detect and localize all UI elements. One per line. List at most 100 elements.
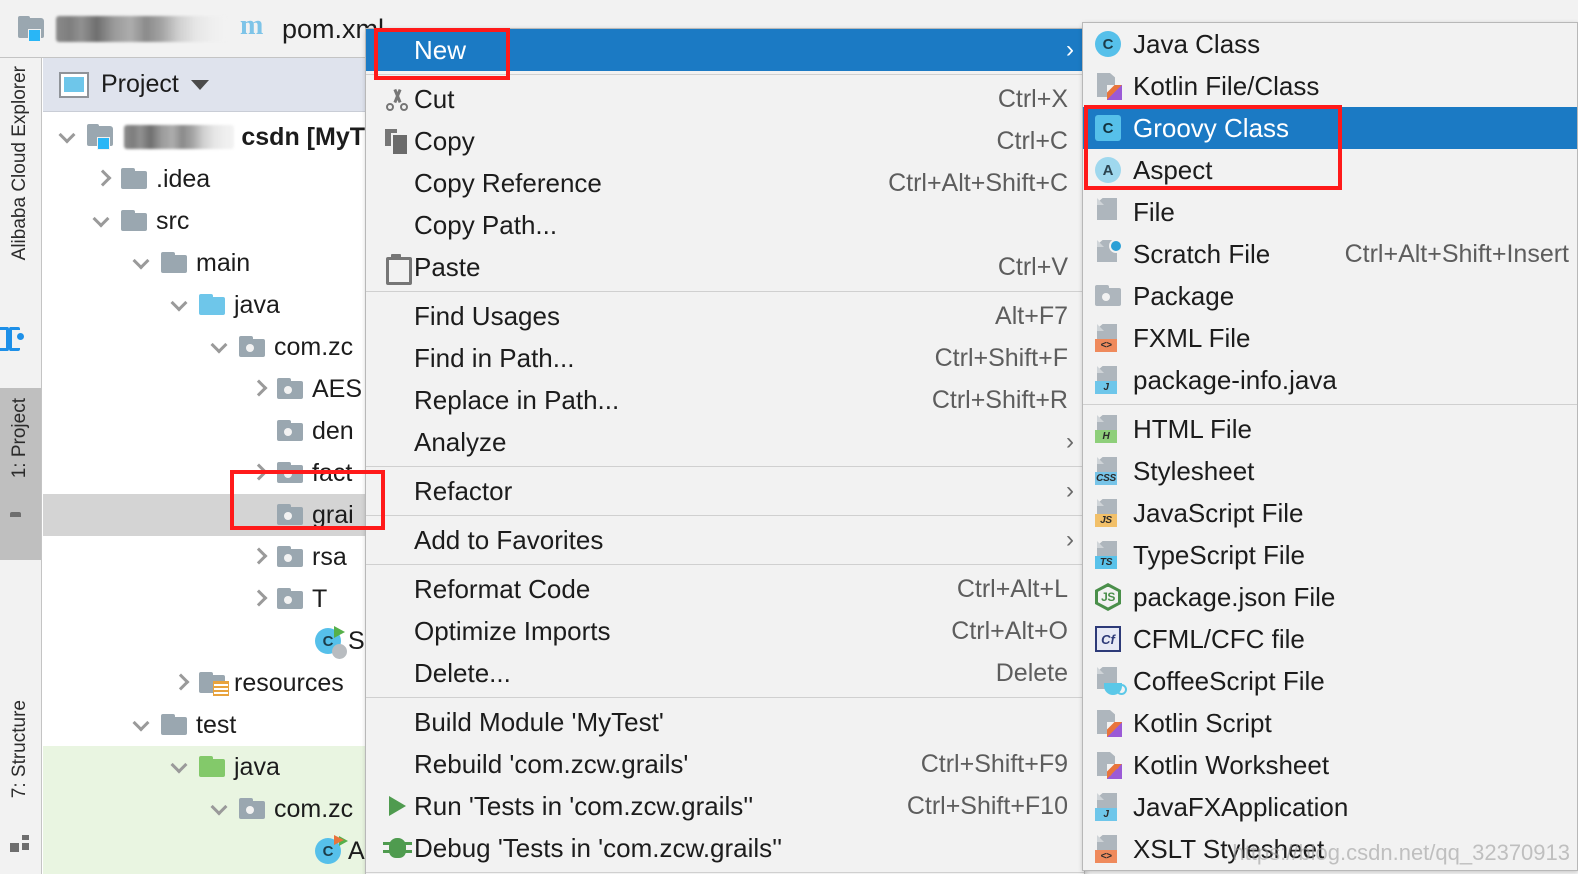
package-icon [239, 798, 267, 820]
chevron-down-icon[interactable] [92, 210, 114, 232]
sidebar-item-alibaba-cloud-explorer[interactable]: Alibaba Cloud Explorer [9, 66, 31, 260]
submenu-item-label: Kotlin File/Class [1133, 70, 1320, 101]
tree-row-test-package[interactable]: com.zc [43, 788, 365, 830]
submenu-item-label: Kotlin Worksheet [1133, 749, 1330, 780]
chevron-down-icon[interactable] [58, 126, 80, 148]
menu-item-refactor[interactable]: Refactor › [366, 470, 1084, 512]
file-icon [1095, 198, 1119, 226]
chevron-down-icon[interactable] [132, 714, 154, 736]
chevron-right-icon[interactable] [248, 462, 270, 484]
tree-row-package-t[interactable]: T [43, 578, 365, 620]
menu-item-optimize-imports[interactable]: Optimize Imports Ctrl+Alt+O [366, 610, 1084, 652]
chevron-down-icon[interactable] [170, 756, 192, 778]
submenu-item-scratch-file[interactable]: Scratch File Ctrl+Alt+Shift+Insert [1083, 233, 1577, 275]
menu-item-reformat-code[interactable]: Reformat Code Ctrl+Alt+L [366, 568, 1084, 610]
menu-item-analyze[interactable]: Analyze › [366, 421, 1084, 463]
menu-separator [366, 872, 1084, 873]
submenu-item-stylesheet[interactable]: CSS Stylesheet [1083, 450, 1577, 492]
menu-item-shortcut: Delete [995, 658, 1068, 687]
submenu-item-java-class[interactable]: C Java Class [1083, 23, 1577, 65]
debug-icon [382, 838, 412, 858]
spring-class-icon: C [315, 626, 347, 659]
menu-item-add-to-favorites[interactable]: Add to Favorites › [366, 519, 1084, 561]
tree-row-idea[interactable]: .idea [43, 158, 365, 200]
tree-row-java-test[interactable]: java [43, 746, 365, 788]
tool-strip-alibaba: Alibaba Cloud Explorer [0, 58, 42, 388]
tree-row-test-class[interactable]: C Adc [43, 830, 391, 872]
chevron-down-icon[interactable] [210, 798, 232, 820]
menu-item-shortcut: Ctrl+Shift+R [931, 385, 1068, 414]
chevron-right-icon: › [1066, 36, 1074, 63]
scratch-file-icon [1095, 239, 1123, 268]
tree-row-java-main[interactable]: java [43, 284, 365, 326]
tree-row-label: .idea [156, 164, 211, 193]
submenu-item-coffeescript-file[interactable]: CoffeeScript File [1083, 660, 1577, 702]
tree-row-test[interactable]: test [43, 704, 365, 746]
tree-row-package-grails-selected[interactable]: grai [43, 494, 365, 536]
menu-item-paste[interactable]: Paste Ctrl+V [366, 246, 1084, 288]
chevron-down-icon[interactable] [210, 336, 232, 358]
submenu-item-typescript-file[interactable]: TS TypeScript File [1083, 534, 1577, 576]
tree-row-spring-class[interactable]: C Spri [43, 620, 392, 662]
tree-row-resources[interactable]: resources [43, 662, 365, 704]
submenu-item-label: package-info.java [1133, 364, 1337, 395]
chevron-down-icon[interactable] [190, 79, 209, 90]
menu-item-delete[interactable]: Delete... Delete [366, 652, 1084, 694]
menu-item-replace-in-path[interactable]: Replace in Path... Ctrl+Shift+R [366, 379, 1084, 421]
tree-row-src[interactable]: src [43, 200, 365, 242]
editor-tab-project-redacted[interactable] [18, 0, 240, 58]
submenu-item-groovy-class[interactable]: C Groovy Class [1083, 107, 1577, 149]
tree-row-package-aes[interactable]: AES [43, 368, 365, 410]
menu-item-label: Copy Path... [414, 209, 558, 240]
submenu-item-javascript-file[interactable]: JS JavaScript File [1083, 492, 1577, 534]
menu-item-find-usages[interactable]: Find Usages Alt+F7 [366, 295, 1084, 337]
tree-row-package-factory[interactable]: fact [43, 452, 365, 494]
sidebar-item-structure[interactable]: 7: Structure [9, 700, 31, 798]
submenu-item-html-file[interactable]: H HTML File [1083, 408, 1577, 450]
context-menu: New › Cut Ctrl+X Copy Ctrl+C Copy Refere… [365, 28, 1085, 874]
chevron-down-icon[interactable] [170, 294, 192, 316]
submenu-item-javafxapplication[interactable]: J JavaFXApplication [1083, 786, 1577, 828]
menu-item-cut[interactable]: Cut Ctrl+X [366, 78, 1084, 120]
chevron-down-icon[interactable] [132, 252, 154, 274]
submenu-item-package-info-java[interactable]: J package-info.java [1083, 359, 1577, 401]
menu-item-find-in-path[interactable]: Find in Path... Ctrl+Shift+F [366, 337, 1084, 379]
submenu-item-package-json-file[interactable]: JS package.json File [1083, 576, 1577, 618]
submenu-item-kotlin-file-class[interactable]: Kotlin File/Class [1083, 65, 1577, 107]
tree-row-label: main [196, 248, 251, 277]
chevron-right-icon[interactable] [248, 588, 270, 610]
submenu-item-file[interactable]: File [1083, 191, 1577, 233]
chevron-right-icon[interactable] [92, 168, 114, 190]
menu-item-copy[interactable]: Copy Ctrl+C [366, 120, 1084, 162]
project-tree: csdn [MyT .idea src main java com.zc AES… [43, 112, 392, 874]
ts-file-icon: TS [1095, 541, 1119, 569]
menu-item-run-tests[interactable]: Run 'Tests in 'com.zcw.grails'' Ctrl+Shi… [366, 785, 1084, 827]
project-tool-window: Project csdn [MyT .idea src main java co… [43, 58, 392, 874]
tree-row-package-com-zcw[interactable]: com.zc [43, 326, 365, 368]
tree-row-main[interactable]: main [43, 242, 365, 284]
chevron-right-icon[interactable] [248, 546, 270, 568]
tree-row-package-demo[interactable]: den [43, 410, 365, 452]
submenu-item-cfml-cfc-file[interactable]: Cf CFML/CFC file [1083, 618, 1577, 660]
tree-row-label: AES [312, 374, 363, 403]
menu-item-debug-tests[interactable]: Debug 'Tests in 'com.zcw.grails'' [366, 827, 1084, 869]
menu-item-new[interactable]: New › [366, 29, 1084, 71]
menu-item-rebuild[interactable]: Rebuild 'com.zcw.grails' Ctrl+Shift+F9 [366, 743, 1084, 785]
submenu-separator [1083, 404, 1577, 405]
menu-item-copy-reference[interactable]: Copy Reference Ctrl+Alt+Shift+C [366, 162, 1084, 204]
menu-item-label: Rebuild 'com.zcw.grails' [414, 748, 689, 779]
submenu-item-aspect[interactable]: A Aspect [1083, 149, 1577, 191]
tree-row-root[interactable]: csdn [MyT [43, 116, 365, 158]
submenu-item-kotlin-worksheet[interactable]: Kotlin Worksheet [1083, 744, 1577, 786]
source-folder-icon [199, 294, 227, 316]
submenu-item-kotlin-script[interactable]: Kotlin Script [1083, 702, 1577, 744]
chevron-right-icon[interactable] [170, 672, 192, 694]
menu-item-copy-path[interactable]: Copy Path... [366, 204, 1084, 246]
module-folder-icon [87, 124, 117, 150]
chevron-right-icon[interactable] [248, 378, 270, 400]
menu-item-build-module[interactable]: Build Module 'MyTest' [366, 701, 1084, 743]
sidebar-item-project[interactable]: 1: Project [9, 398, 31, 478]
submenu-item-fxml-file[interactable]: <> FXML File [1083, 317, 1577, 359]
tree-row-package-rsa[interactable]: rsa [43, 536, 365, 578]
submenu-item-package[interactable]: Package [1083, 275, 1577, 317]
